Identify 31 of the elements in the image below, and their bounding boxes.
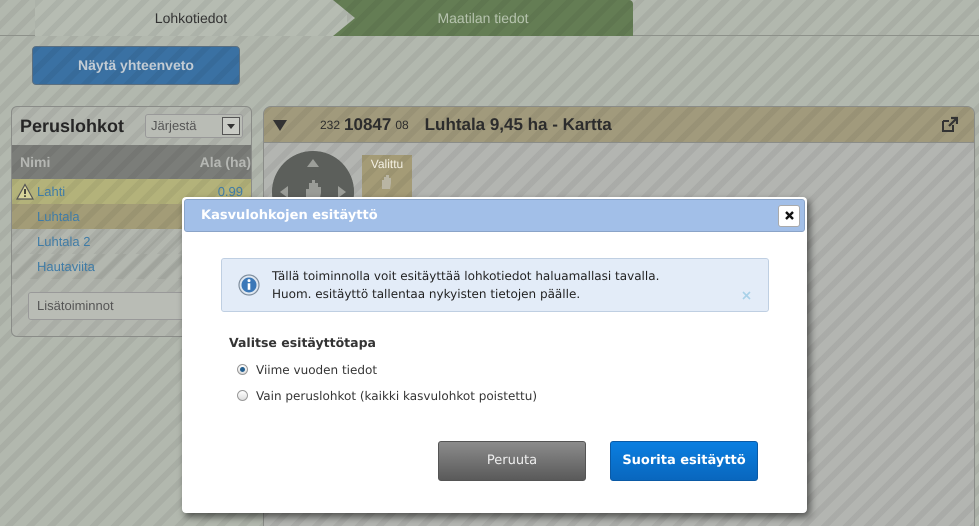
warning-icon — [16, 183, 34, 200]
summary-button[interactable]: Näytä yhteenveto — [32, 46, 240, 85]
parcel-name[interactable]: Lahti — [37, 182, 218, 202]
options-label: Valitse esitäyttötapa — [229, 334, 377, 352]
tool-label: Valittu — [370, 156, 404, 173]
tab[interactable]: Maatilan tiedot — [333, 0, 633, 36]
close-button[interactable] — [778, 204, 800, 226]
code-prefix: 232 — [320, 116, 340, 134]
option-label[interactable]: Viime vuoden tiedot — [256, 360, 378, 379]
info-text: Tällä toiminnolla voit esitäyttää lohkotiedot haluamallasi tavalla. — [272, 268, 660, 285]
info-text: Huom. esitäyttö tallentaa nykyisten tietojen päälle. — [272, 286, 582, 303]
caret-icon — [222, 117, 240, 135]
code-suffix: 08 — [395, 116, 409, 134]
radio-button[interactable] — [237, 390, 248, 402]
parcel-row[interactable]: Lahti 0.99 — [12, 179, 251, 204]
collapse-icon — [272, 118, 288, 132]
panel-title: Peruslohkot — [20, 114, 124, 138]
submit-button[interactable]: Suorita esitäyttö — [610, 441, 758, 481]
code-main: 10847 — [344, 114, 392, 136]
info-icon — [238, 274, 260, 296]
column-header: Nimi — [20, 152, 50, 172]
parcel-area: 0.99 — [218, 182, 243, 202]
external-link-icon[interactable] — [941, 116, 958, 133]
sort-select[interactable]: Järjestä — [145, 114, 243, 138]
cancel-button[interactable]: Peruuta — [438, 441, 586, 481]
column-header: Ala (ha) — [200, 152, 251, 172]
close-icon[interactable] — [784, 210, 794, 221]
option-label[interactable]: Vain peruslohkot (kaikki kasvulohkot poistettu) — [256, 386, 538, 405]
tab[interactable]: Lohkotiedot — [35, 0, 347, 36]
map-title: Luhtala 9,45 ha - Kartta — [424, 114, 613, 136]
radio-button[interactable] — [237, 364, 248, 376]
